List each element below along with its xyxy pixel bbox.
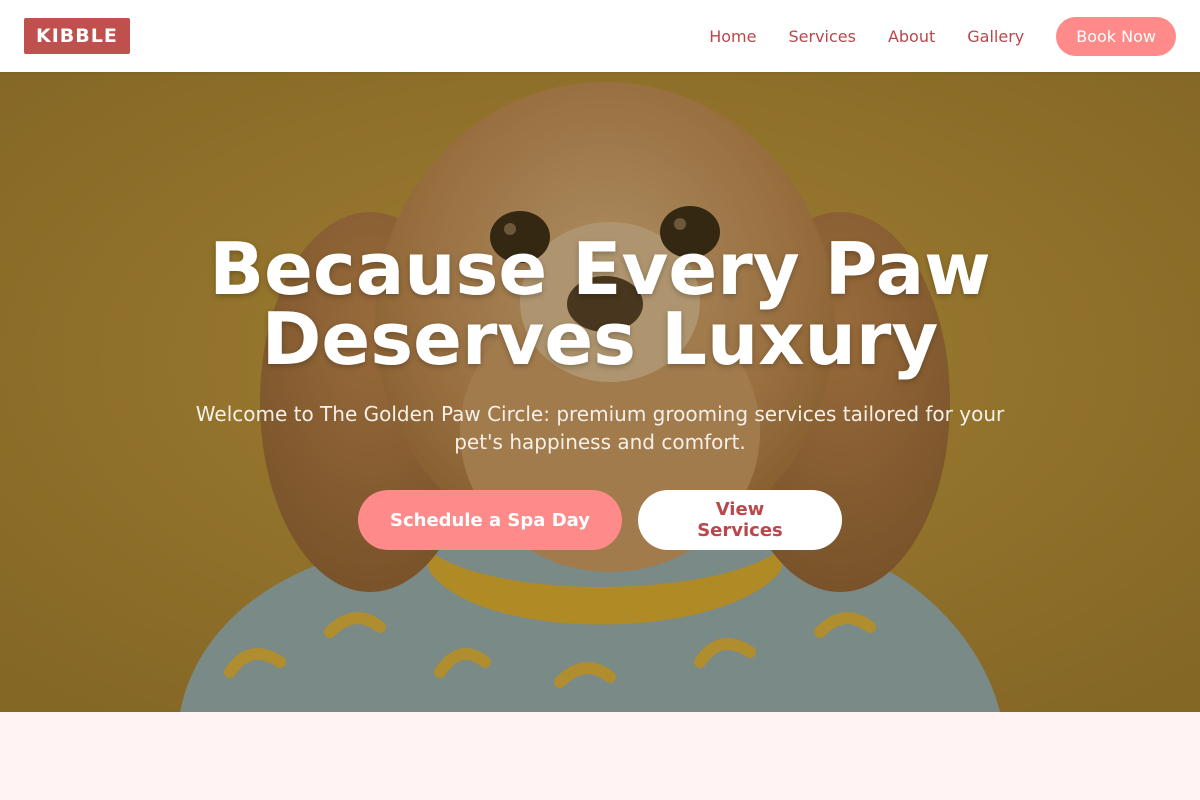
content-section [0,712,1200,800]
book-now-button[interactable]: Book Now [1056,16,1176,56]
schedule-spa-day-button[interactable]: Schedule a Spa Day [358,490,622,550]
navbar: KIBBLE Home Services About Gallery Book … [0,0,1200,72]
nav-links: Home Services About Gallery Book Now [677,16,1176,56]
hero-content: Because Every Paw Deserves Luxury Welcom… [0,72,1200,712]
view-services-button[interactable]: View Services [638,490,842,550]
hero-title-line-2: Deserves Luxury [261,297,939,381]
hero-subtitle: Welcome to The Golden Paw Circle: premiu… [195,402,1005,454]
hero-title: Because Every Paw Deserves Luxury [150,233,1050,375]
nav-link-gallery[interactable]: Gallery [967,27,1024,46]
nav-link-home[interactable]: Home [709,27,756,46]
hero-section: Because Every Paw Deserves Luxury Welcom… [0,72,1200,712]
hero-buttons: Schedule a Spa Day View Services [358,490,842,550]
logo[interactable]: KIBBLE [24,18,130,54]
nav-link-services[interactable]: Services [788,27,855,46]
nav-link-about[interactable]: About [888,27,935,46]
